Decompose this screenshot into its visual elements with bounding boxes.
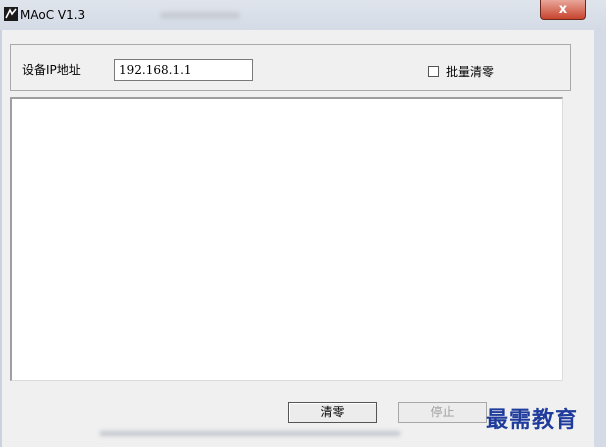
clear-button[interactable]: 清零 [288, 402, 377, 423]
window-frame-left [0, 30, 2, 447]
batch-clear-checkbox[interactable] [428, 66, 439, 77]
close-button[interactable]: x [540, 0, 586, 20]
title-blurred-text [160, 12, 240, 19]
blurred-status-bar [100, 431, 400, 436]
batch-clear-label[interactable]: 批量清零 [446, 63, 494, 80]
app-icon [4, 7, 18, 21]
ip-address-input[interactable]: 192.168.1.1 [114, 59, 253, 81]
ip-address-label: 设备IP地址 [22, 63, 81, 77]
watermark-logo: 最需教育 [486, 407, 579, 433]
window-title: MAoC V1.3 [20, 8, 86, 22]
title-bar: MAoC V1.3 x [0, 0, 606, 30]
stop-button: 停止 [398, 402, 487, 423]
window-frame-right [594, 30, 606, 447]
log-output-area[interactable] [10, 97, 563, 381]
